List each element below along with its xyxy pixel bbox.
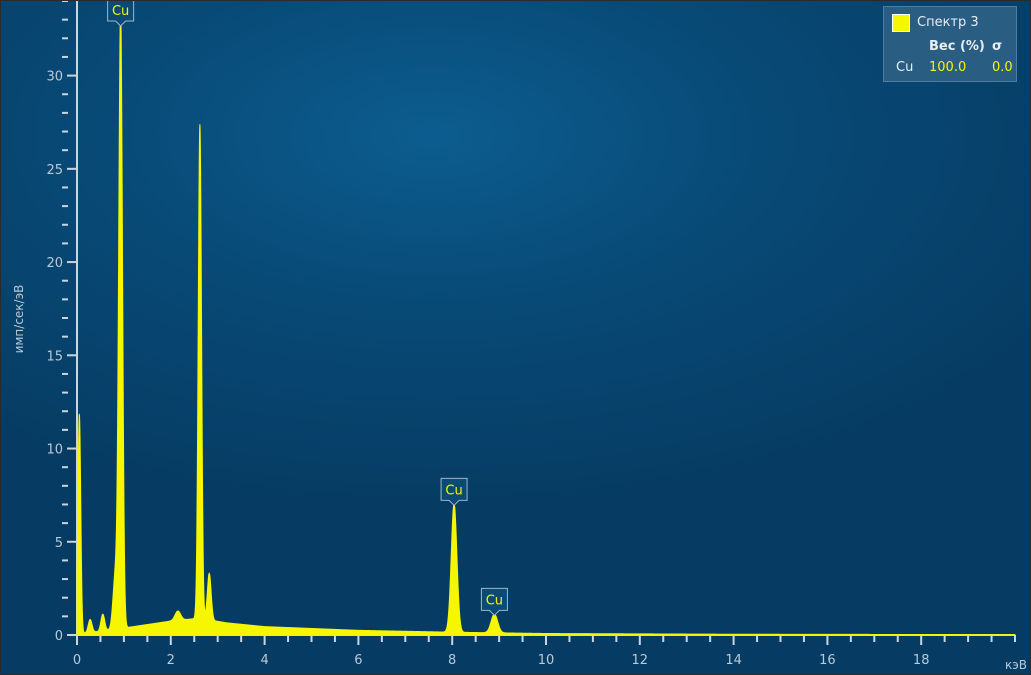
y-tick-label: 5 [55,536,63,551]
spectrum-panel: 0 5 10 15 20 25 30 0 2 4 6 8 10 12 14 16 18 Cu Cu Cu имп/с… [0,0,1031,675]
x-tick-label: 0 [73,653,81,668]
x-tick-label: 14 [725,653,742,668]
peak-label: Cu [440,477,468,507]
legend-weight-header: Вес (%) [929,39,985,54]
y-tick-label: 15 [46,349,63,364]
spectrum-series-area [76,8,1016,636]
x-tick-label: 12 [632,653,649,668]
peak-label-text: Cu [486,593,503,608]
legend-element: Cu [896,60,914,75]
x-tick-label: 18 [913,653,930,668]
legend-sigma-header: σ [992,39,1003,54]
legend: Спектр 3 Вес (%) σ Cu 100.0 0.0 [883,6,1017,82]
y-tick-label: 25 [46,163,63,178]
x-tick-label: 8 [448,653,456,668]
legend-weight-value: 100.0 [929,60,967,75]
peak-label-text: Cu [112,4,129,19]
x-tick-label: 2 [167,653,175,668]
x-tick-label: 6 [354,653,362,668]
legend-series-name: Спектр 3 [917,15,979,30]
peak-label: Cu [107,1,135,27]
peak-label: Cu [480,587,508,617]
y-tick-label: 30 [46,70,63,85]
y-tick-label: 0 [55,629,63,644]
y-axis-label: имп/сек/эВ [12,285,26,354]
x-tick-label: 4 [260,653,268,668]
legend-color-swatch [892,14,910,32]
legend-sigma-value: 0.0 [992,60,1013,75]
x-axis-label: кэВ [1005,658,1027,672]
peak-label-text: Cu [445,483,462,498]
y-tick-label: 10 [46,443,63,458]
y-tick-label: 20 [46,256,63,271]
spectrum-chart: 0 5 10 15 20 25 30 0 2 4 6 8 10 12 14 16 18 Cu Cu Cu имп/с… [12,1,1027,672]
x-tick-label: 10 [538,653,555,668]
x-tick-label: 16 [819,653,836,668]
